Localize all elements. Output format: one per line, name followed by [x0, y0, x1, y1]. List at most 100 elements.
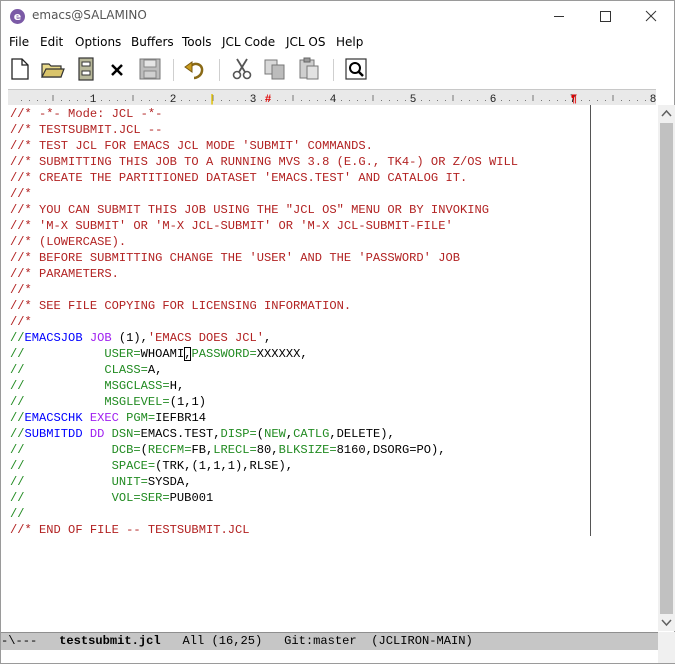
- paste-icon: [299, 57, 319, 80]
- buffer-token: [104, 427, 111, 441]
- close-icon: [645, 10, 657, 22]
- buffer-token: FB,: [191, 443, 214, 457]
- buffer-token: CLASS=: [104, 363, 148, 377]
- buffer-token: WHOAMI: [140, 347, 185, 361]
- buffer-token: ,: [264, 331, 272, 345]
- buffer-token: //* SUBMITTING THIS JOB TO A RUNNING MVS…: [10, 155, 519, 169]
- menu-help[interactable]: Help: [336, 35, 363, 49]
- ruler-dot: [485, 100, 486, 101]
- toolbar-separator: [333, 59, 334, 81]
- ruler-dot: [285, 100, 286, 101]
- buffer-line: // SPACE=(TRK,(1,1,1),RLSE),: [10, 458, 518, 474]
- ruler-dot: [525, 100, 526, 101]
- copy-button[interactable]: [263, 57, 287, 81]
- mode-line[interactable]: -\--- testsubmit.jcl All (16,25) Git:mas…: [1, 632, 674, 650]
- new-file-button[interactable]: [8, 57, 32, 81]
- buffer-token: BLKSIZE=: [278, 443, 337, 457]
- buffer-token: MSGCLASS=: [104, 379, 170, 393]
- cut-button[interactable]: [230, 57, 254, 81]
- close-buffer-button[interactable]: [105, 57, 129, 81]
- ruler-dot: [229, 100, 230, 101]
- editor-text-area[interactable]: //* -*- Mode: JCL -*- //* TESTSUBMIT.JCL …: [1, 105, 658, 631]
- ruler-dot: [597, 100, 598, 101]
- scrollbar-thumb[interactable]: [660, 123, 673, 614]
- vertical-scrollbar[interactable]: [658, 105, 675, 631]
- ruler-dot: [637, 100, 638, 101]
- menu-jcl-os[interactable]: JCL OS: [286, 35, 325, 49]
- menu-options[interactable]: Options: [75, 35, 121, 49]
- buffer-token: //: [10, 411, 25, 425]
- buffer-token: USER=: [104, 347, 141, 361]
- search-icon: [345, 58, 367, 80]
- dired-button[interactable]: [74, 57, 98, 81]
- ruler-number: 5: [410, 94, 417, 105]
- buffer-line: // USER=WHOAMI,PASSWORD=XXXXXX,: [10, 346, 518, 362]
- buffer-token: [83, 331, 90, 345]
- modeline-vc-branch: Git:master: [284, 634, 357, 648]
- maximize-button[interactable]: [582, 1, 628, 32]
- buffer-line: //*: [10, 186, 518, 202]
- ruler-marker: |: [209, 94, 216, 105]
- buffer-line: //* SUBMITTING THIS JOB TO A RUNNING MVS…: [10, 154, 518, 170]
- buffer-token: //: [10, 507, 25, 521]
- ruler-dot: [237, 100, 238, 101]
- ruler-dot: [469, 100, 470, 101]
- minimize-button[interactable]: [536, 1, 582, 32]
- buffer-line: // UNIT=SYSDA,: [10, 474, 518, 490]
- buffer-line: //* TESTSUBMIT.JCL --: [10, 122, 518, 138]
- buffer-token: PUB001: [169, 491, 214, 505]
- ruler-dot: [437, 100, 438, 101]
- buffer-token: VOL=SER=: [111, 491, 170, 505]
- ruler-number: 2: [170, 94, 177, 105]
- scroll-down-arrow-icon[interactable]: [658, 614, 675, 631]
- buffer-line: //* TEST JCL FOR EMACS JCL MODE 'SUBMIT'…: [10, 138, 518, 154]
- buffer-token: DISP=: [220, 427, 257, 441]
- buffer-token: DSN=: [111, 427, 141, 441]
- menu-jcl-code[interactable]: JCL Code: [222, 35, 275, 49]
- buffer-line: //* 'M-X SUBMIT' OR 'M-X JCL-SUBMIT' OR …: [10, 218, 518, 234]
- ruler-number: 4: [330, 94, 337, 105]
- ruler-marker: ¶: [571, 94, 578, 105]
- buffer-token: EXEC: [89, 411, 119, 425]
- buffer-token: PASSWORD=: [191, 347, 257, 361]
- ruler-dot: [517, 100, 518, 101]
- modeline-flags: -\---: [1, 634, 38, 648]
- menu-tools[interactable]: Tools: [182, 35, 212, 49]
- buffer-line: // DCB=(RECFM=FB,LRECL=80,BLKSIZE=8160,D…: [10, 442, 518, 458]
- buffer-token: UNIT=: [111, 475, 148, 489]
- buffer-token: H,: [169, 379, 185, 393]
- buffer-token: //: [10, 427, 25, 441]
- menu-file[interactable]: File: [9, 35, 29, 49]
- buffer-token: JOB: [89, 331, 112, 345]
- menu-buffers[interactable]: Buffers: [131, 35, 174, 49]
- open-file-button[interactable]: [41, 57, 65, 81]
- title-bar[interactable]: e emacs@SALAMINO: [1, 1, 674, 32]
- search-button[interactable]: [344, 57, 368, 81]
- toolbar-separator: [173, 59, 174, 81]
- ruler-dot: [309, 100, 310, 101]
- buffer-line: // MSGCLASS=H,: [10, 378, 518, 394]
- buffer-token: //* YOU CAN SUBMIT THIS JOB USING THE "J…: [10, 203, 489, 217]
- buffer-line: //* BEFORE SUBMITTING CHANGE THE 'USER' …: [10, 250, 518, 266]
- buffer-line: //SUBMITDD DD DSN=EMACS.TEST,DISP=(NEW,C…: [10, 426, 518, 442]
- ruler-dot: [549, 100, 550, 101]
- buffer-token: //* END OF FILE -- TESTSUBMIT.JCL: [10, 523, 250, 537]
- save-button[interactable]: [138, 57, 162, 81]
- buffer-token: (TRK,(1,1,1),RLSE),: [155, 459, 294, 473]
- undo-button[interactable]: [183, 57, 207, 81]
- menu-bar: File Edit Options Buffers Tools JCL Code…: [1, 32, 674, 52]
- buffer-token: (: [256, 427, 265, 441]
- close-window-button[interactable]: [628, 1, 674, 32]
- buffer-token: EMACSJOB: [24, 331, 83, 345]
- scroll-up-arrow-icon[interactable]: [658, 105, 675, 122]
- buffer-line: //* SEE FILE COPYING FOR LICENSING INFOR…: [10, 298, 518, 314]
- menu-edit[interactable]: Edit: [40, 35, 63, 49]
- buffer-token: DD: [89, 427, 105, 441]
- ruler-dot: [197, 100, 198, 101]
- ruler-dot: [477, 100, 478, 101]
- buffer-line: // MSGLEVEL=(1,1): [10, 394, 518, 410]
- buffer-token: 'EMACS DOES JCL': [147, 331, 265, 345]
- ruler-dot: [589, 100, 590, 101]
- ruler-dot: [461, 100, 462, 101]
- paste-button[interactable]: [297, 57, 321, 81]
